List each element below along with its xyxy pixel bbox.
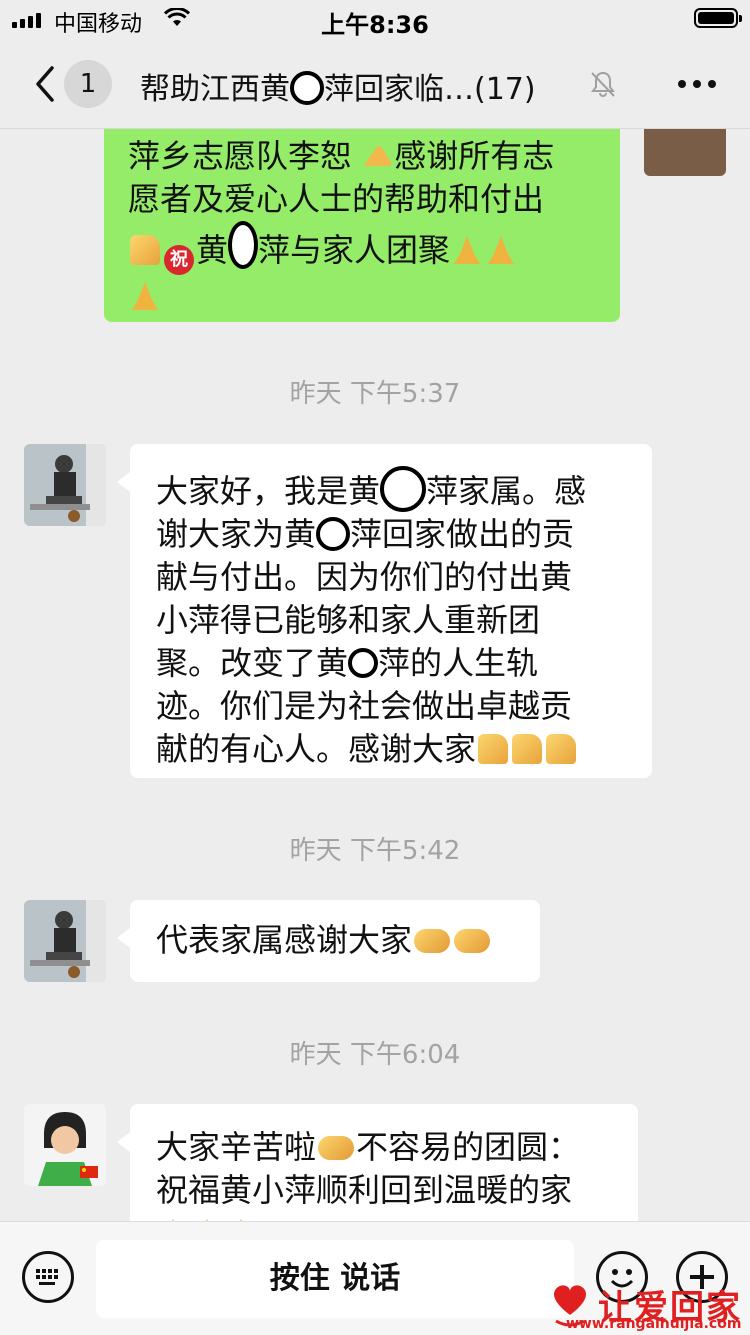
group-title-part1: 帮助江西黄 <box>140 72 290 107</box>
message-line: 谢大家为黄 萍回家做出的贡 <box>156 515 575 553</box>
hand-emoji-icon <box>364 146 392 166</box>
status-bar: 中国移动 上午8:36 <box>0 0 750 40</box>
message-line <box>128 275 620 318</box>
message-line: 迹。你们是为社会做出卓越贡 <box>156 687 573 725</box>
group-title[interactable]: 帮助江西黄 萍回家临…(17) <box>140 64 536 108</box>
redaction-mark <box>316 517 351 551</box>
message-line: 献与付出。因为你们的付出黄 <box>156 558 573 596</box>
message-line: 祝黄萍与家人团聚 <box>128 221 620 275</box>
member-count: (17) <box>474 72 536 107</box>
message-bubble[interactable]: 代表家属感谢大家 <box>117 900 540 982</box>
thumbs-up-emoji-icon <box>546 734 577 764</box>
mute-bell-icon <box>591 71 615 97</box>
praying-hands-emoji-icon <box>132 282 158 310</box>
chat-messages[interactable]: 萍乡志愿队李恕 感谢所有志 愿者及爱心人士的帮助和付出 祝黄萍与家人团聚 昨天 … <box>0 129 750 1221</box>
message-line: 愿者及爱心人士的帮助和付出 <box>128 180 545 218</box>
message-line: 献的有心人。感谢大家 <box>156 728 652 771</box>
timestamp: 昨天 下午5:42 <box>289 836 461 866</box>
redaction-mark <box>228 221 259 269</box>
watermark-url: www.rangaihuijia.com <box>566 1316 742 1332</box>
redaction-mark <box>348 648 379 678</box>
message-bubble[interactable]: 大家好，我是黄 萍家属。感 谢大家为黄 萍回家做出的贡 献与付出。因为你们的付出黄 … <box>117 444 652 778</box>
status-time: 上午8:36 <box>321 11 429 39</box>
avatar[interactable] <box>24 900 106 982</box>
message-bubble[interactable]: 大家辛苦啦 不容易的团圆： 祝福黄小萍顺利回到温暖的家 <box>117 1104 638 1221</box>
congrats-emoji-icon: 祝 <box>164 245 194 275</box>
hold-to-talk-button[interactable]: 按住 说话 <box>96 1240 574 1318</box>
message-line: 小萍得已能够和家人重新团 <box>156 601 541 639</box>
more-options-icon[interactable] <box>678 80 716 88</box>
message-line: 大家好，我是黄 萍家属。感 <box>156 466 652 513</box>
message-line <box>156 1212 638 1221</box>
thumbs-up-emoji-icon <box>512 734 543 764</box>
thumbs-up-emoji-icon <box>478 734 509 764</box>
back-icon[interactable] <box>28 62 68 106</box>
message-line: 聚。改变了黄 萍的人生轨 <box>156 644 539 682</box>
redaction-mark <box>380 466 427 512</box>
message-bubble-self[interactable]: 萍乡志愿队李恕 感谢所有志 愿者及爱心人士的帮助和付出 祝黄萍与家人团聚 <box>104 129 620 322</box>
thumbs-up-emoji-icon <box>130 235 160 265</box>
chat-header: 1 帮助江西黄 萍回家临…(17) <box>0 40 750 129</box>
group-title-part2: 萍回家临… <box>324 72 474 107</box>
person-photo-icon <box>24 444 106 526</box>
handshake-emoji-icon <box>414 929 451 953</box>
praying-hands-emoji-icon <box>488 236 515 264</box>
timestamp: 昨天 下午6:04 <box>289 1040 461 1070</box>
keyboard-toggle-icon[interactable] <box>22 1251 74 1303</box>
message-line: 萍乡志愿队李恕 感谢所有志 <box>128 137 555 175</box>
unread-badge[interactable]: 1 <box>64 60 112 108</box>
message-line: 祝福黄小萍顺利回到温暖的家 <box>156 1171 573 1209</box>
handshake-emoji-icon <box>454 929 491 953</box>
timestamp: 昨天 下午5:37 <box>289 379 461 409</box>
avatar[interactable] <box>644 129 726 176</box>
message-line: 代表家属感谢大家 <box>156 919 540 962</box>
person-photo-icon <box>24 900 106 982</box>
handshake-emoji-icon <box>318 1136 355 1160</box>
redaction-mark <box>290 71 324 105</box>
avatar[interactable] <box>24 1104 106 1186</box>
person-photo-icon <box>24 1104 106 1186</box>
avatar[interactable] <box>24 444 106 526</box>
message-line: 大家辛苦啦 不容易的团圆： <box>156 1128 581 1166</box>
praying-hands-emoji-icon <box>454 236 481 264</box>
battery-icon <box>694 8 742 28</box>
